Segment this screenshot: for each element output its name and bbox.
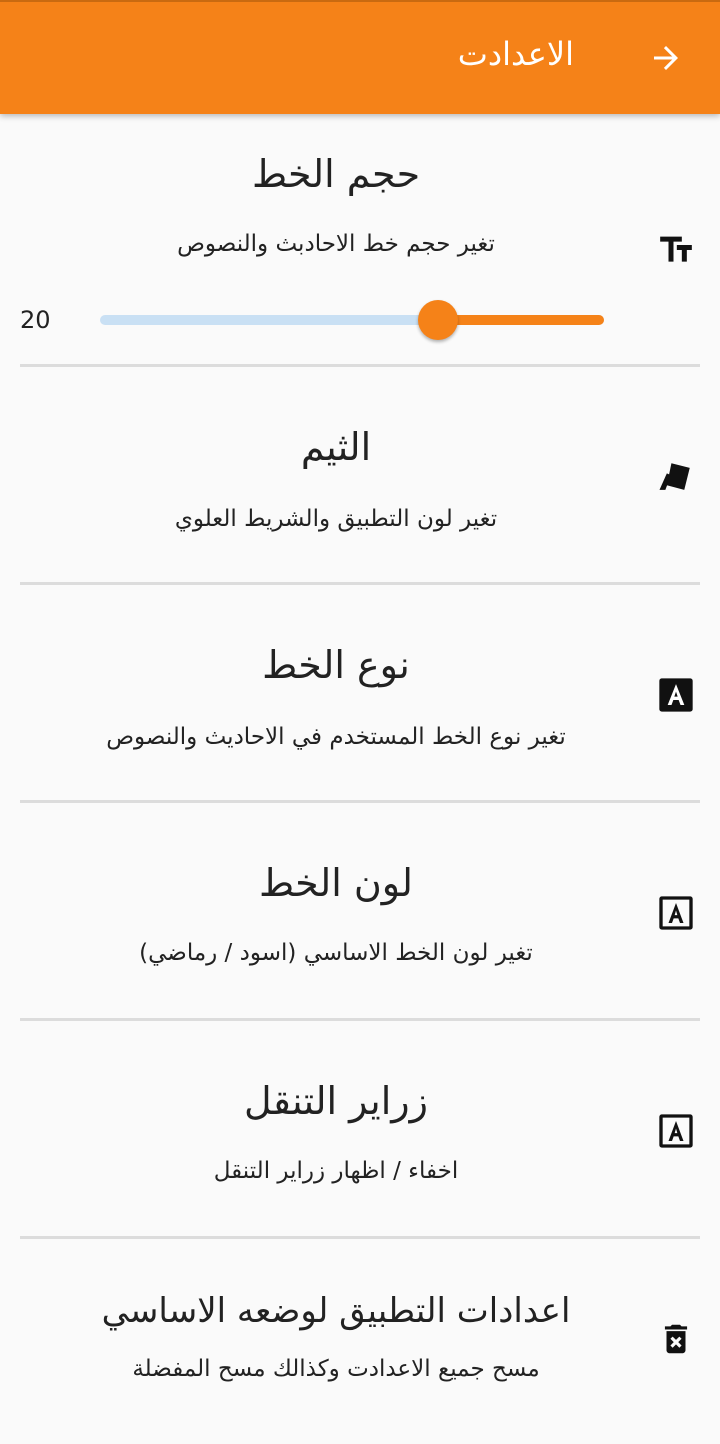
setting-font-type[interactable]: نوع الخط تغير نوع الخط المستخدم في الاحا…: [0, 585, 720, 800]
font-type-subtitle: تغير نوع الخط المستخدم في الاحاديث والنص…: [106, 724, 566, 750]
back-button[interactable]: [644, 36, 688, 80]
font-color-icon: [654, 891, 698, 935]
nav-buttons-title: زراير التنقل: [244, 1079, 428, 1123]
font-size-title: حجم الخط: [251, 152, 421, 196]
text-size-icon: [654, 228, 698, 272]
arrow-forward-icon: [654, 46, 678, 70]
font-size-slider-fill: [437, 315, 604, 325]
font-size-subtitle: تغير حجم خط الاحادبث والنصوص: [177, 231, 495, 257]
nav-buttons-subtitle: اخفاء / اظهار زراير التنقل: [213, 1158, 459, 1184]
palette-cards-icon: [654, 455, 698, 499]
setting-font-color[interactable]: لون الخط تغير لون الخط الاساسي (اسود / ر…: [0, 803, 720, 1018]
nav-buttons-icon: [654, 1109, 698, 1153]
theme-subtitle: تغير لون التطبيق والشريط العلوي: [174, 506, 498, 532]
font-size-value: 20: [20, 306, 51, 334]
font-type-icon: [654, 673, 698, 717]
settings-screen: الاعدادت حجم الخط تغير حجم خط الاحادبث و…: [0, 0, 720, 1444]
reset-subtitle: مسح جميع الاعدادت وكذالك مسح المفضلة: [132, 1356, 540, 1382]
font-color-title: لون الخط: [259, 861, 413, 905]
delete-forever-icon: [654, 1317, 698, 1361]
setting-theme[interactable]: الثيم تغير لون التطبيق والشريط العلوي: [0, 367, 720, 582]
reset-title: اعدادات التطبيق لوضعه الاساسي: [101, 1291, 571, 1331]
app-bar: الاعدادت: [0, 0, 720, 114]
setting-font-size[interactable]: حجم الخط تغير حجم خط الاحادبث والنصوص: [0, 114, 720, 364]
font-type-title: نوع الخط: [262, 643, 410, 687]
font-size-slider-track[interactable]: [100, 315, 604, 325]
page-title: الاعدادت: [457, 35, 574, 73]
setting-nav-buttons[interactable]: زراير التنقل اخفاء / اظهار زراير التنقل: [0, 1021, 720, 1236]
setting-reset[interactable]: اعدادات التطبيق لوضعه الاساسي مسح جميع ا…: [0, 1239, 720, 1444]
font-size-slider-thumb[interactable]: [417, 300, 458, 340]
font-color-subtitle: تغير لون الخط الاساسي (اسود / رماضي): [139, 940, 533, 966]
theme-title: الثيم: [300, 425, 372, 469]
